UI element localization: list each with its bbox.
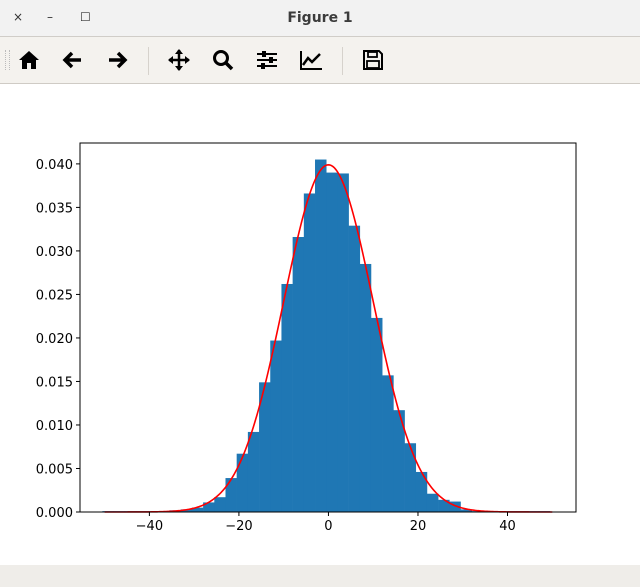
- histogram-bar: [247, 431, 260, 512]
- histogram-bar: [370, 317, 383, 512]
- x-tick-label: 40: [499, 519, 516, 534]
- toolbar-separator: [342, 47, 343, 75]
- histogram-bar: [292, 236, 305, 512]
- title-bar: × – ☐ Figure 1: [0, 0, 640, 37]
- arrow-left-icon: [62, 51, 81, 69]
- back-button[interactable]: [61, 48, 85, 72]
- y-tick-label: 0.000: [36, 506, 73, 521]
- histogram-bar: [315, 159, 327, 512]
- x-tick-label: 0: [324, 519, 332, 534]
- y-tick-label: 0.015: [36, 375, 73, 390]
- chart-line-icon: [300, 51, 322, 70]
- toolbar-separator: [148, 47, 149, 75]
- y-tick-label: 0.035: [36, 201, 73, 216]
- home-icon: [19, 51, 39, 69]
- toolbar: [0, 37, 640, 84]
- y-tick-label: 0.030: [36, 245, 73, 260]
- histogram-bar: [348, 225, 361, 512]
- arrow-right-icon: [109, 51, 128, 69]
- histogram-bar: [236, 453, 249, 512]
- y-tick-label: 0.005: [36, 462, 73, 477]
- histogram-bar: [359, 263, 372, 512]
- zoom-button[interactable]: [211, 48, 235, 72]
- move-icon: [168, 49, 190, 71]
- plot: −40 −20 0 20 40 0.0000.0050.0100.0150.0200.0…: [36, 142, 577, 534]
- histogram-bar: [281, 283, 293, 512]
- home-button[interactable]: [17, 48, 41, 72]
- histogram-bars: [102, 159, 551, 512]
- toolbar-grip[interactable]: [5, 50, 10, 70]
- configure-subplots-button[interactable]: [255, 48, 279, 72]
- y-tick-label: 0.020: [36, 332, 73, 347]
- save-button[interactable]: [361, 48, 385, 72]
- y-tick-label: 0.010: [36, 419, 73, 434]
- x-tick-label: −20: [225, 519, 252, 534]
- y-tick-label: 0.025: [36, 288, 73, 303]
- histogram-bar: [225, 478, 237, 512]
- window-title: Figure 1: [287, 10, 353, 26]
- floppy-disk-icon: [363, 50, 383, 70]
- status-bar: [0, 565, 640, 587]
- forward-button[interactable]: [105, 48, 129, 72]
- x-tick-label: −40: [136, 519, 163, 534]
- histogram-bar: [404, 443, 417, 512]
- histogram-bar: [214, 497, 226, 512]
- edit-axis-button[interactable]: [299, 48, 323, 72]
- histogram-bar: [382, 375, 394, 512]
- y-tick-label: 0.040: [36, 158, 73, 173]
- x-tick-label: 20: [410, 519, 427, 534]
- y-axis: 0.000 0.005 0.010 0.015 0.020 0.025 0.030 0.035…: [36, 158, 80, 521]
- histogram-bar: [326, 172, 338, 512]
- magnifier-icon: [213, 50, 234, 71]
- sliders-icon: [257, 51, 277, 69]
- x-axis: −40 −20 0 20 40: [136, 512, 516, 534]
- histogram-bar: [426, 493, 439, 512]
- histogram-bar: [337, 173, 349, 512]
- pan-button[interactable]: [167, 48, 191, 72]
- histogram-bar: [303, 193, 316, 512]
- histogram-bar: [270, 340, 282, 512]
- figure-canvas[interactable]: −40 −20 0 20 40 0.000 0.005 0.010 0.015 0.020 0.0…: [0, 84, 640, 565]
